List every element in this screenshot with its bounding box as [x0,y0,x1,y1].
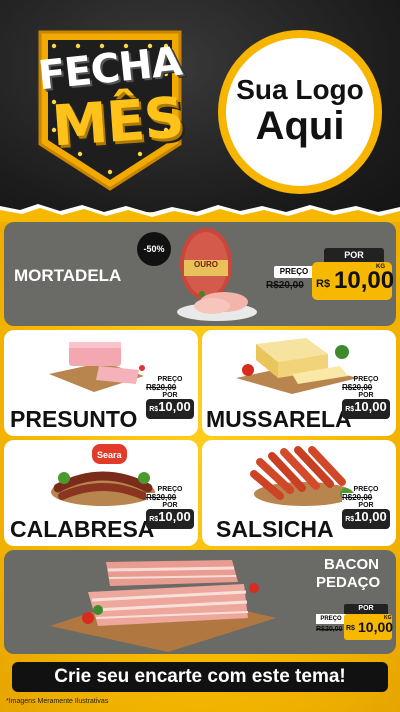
price-tag: PREÇO R$20,00 POR R$ 10,00 [342,486,390,540]
old-price: R$20,00 [266,280,304,291]
currency: R$ [345,516,355,523]
mortadela-card: MORTADELA -50% OURO PREÇO R$20,00 POR R$… [4,222,396,326]
por-label: POR [162,392,178,399]
product-name: MORTADELA [14,266,122,285]
product-name-line2: PEDAÇO [316,574,381,591]
fecha-mes-badge: FECHA MÊS [30,24,190,194]
preco-label: PREÇO [157,376,183,383]
old-price: R$20,00 [146,493,194,502]
price: 10,00 [158,509,191,524]
por-label: POR [324,248,384,262]
product-name-line1: BACON [324,556,379,573]
calabresa-image [51,471,155,506]
cta-banner: Crie seu encarte com este tema! [12,662,388,692]
price-box: R$ 10,00 [146,509,194,529]
torn-paper-edge [0,204,400,222]
product-name: SALSICHA [216,516,334,542]
preco-label: PREÇO [353,486,379,493]
presunto-image [49,342,145,392]
calabresa-card: Seara CALABRESA PREÇO R$20,00 POR R$ 10,… [4,440,198,546]
por-label: POR [358,502,374,509]
logo-line1: Sua Logo [236,74,364,105]
old-price: R$20,00 [316,626,343,633]
bacon-card: BACON PEDAÇO POR PREÇO R$20,00 R$ 10,00 … [4,550,396,654]
price-box: R$ 10,00 KG [344,614,394,640]
mortadela-brand: OURO [194,260,218,269]
price-tag: PREÇO R$20,00 POR R$ 10,00 KG [266,248,394,308]
price: 10,00 [354,509,387,524]
mussarela-card: MUSSARELA PREÇO R$20,00 POR R$ 10,00 [202,330,396,436]
product-name: MUSSARELA [206,406,352,432]
price: 10,00 [354,399,387,414]
salsicha-image [250,446,354,506]
price-tag: PREÇO R$20,00 POR R$ 10,00 [146,376,194,430]
old-price: R$20,00 [146,383,194,392]
presunto-card: PRESUNTO PREÇO R$20,00 POR R$ 10,00 [4,330,198,436]
price-box: R$ 10,00 [146,399,194,419]
product-name: PRESUNTO [10,406,138,432]
price-box: R$ 10,00 KG [312,262,395,300]
unit: KG [384,615,392,621]
product-name: CALABRESA [10,516,155,542]
price-box: R$ 10,00 [342,399,390,419]
price-tag: PREÇO R$20,00 POR R$ 10,00 [342,376,390,430]
price: 10,00 [358,619,394,635]
por-label: POR [162,502,178,509]
bacon-image [50,560,276,652]
currency: R$ [149,516,159,523]
unit: KG [376,264,385,270]
por-label: POR [344,604,388,614]
logo-placeholder: Sua Logo Aqui [218,30,382,194]
old-price: R$20,00 [342,383,390,392]
currency: R$ [345,406,355,413]
currency: R$ [149,406,159,413]
por-label: POR [358,392,374,399]
price-tag: PREÇO R$20,00 POR R$ 10,00 [146,486,194,540]
salsicha-card: SALSICHA PREÇO R$20,00 POR R$ 10,00 [202,440,396,546]
price: 10,00 [334,267,395,294]
price-tag: POR PREÇO R$20,00 R$ 10,00 KG [314,604,394,650]
preco-label: PREÇO [353,376,379,383]
disclaimer: *Imagens Meramente Ilustrativas [6,698,109,705]
price: 10,00 [158,399,191,414]
price-box: R$ 10,00 [342,509,390,529]
currency: R$ [316,278,331,290]
preco-label: PREÇO [157,486,183,493]
old-price: R$20,00 [342,493,390,502]
preco-label: PREÇO [316,614,346,624]
badge-line2: MÊS [49,85,186,160]
mortadela-image [177,228,257,321]
preco-label: PREÇO [274,266,314,278]
cta-text: Crie seu encarte com este tema! [54,666,346,687]
logo-line2: Aqui [255,104,345,148]
currency: R$ [346,625,355,632]
